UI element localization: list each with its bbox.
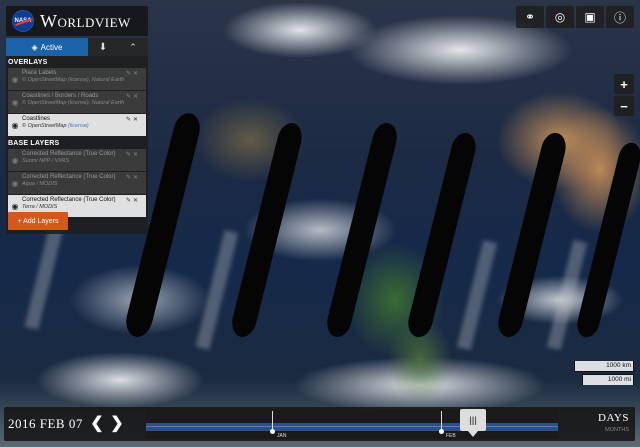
sunglint-band [456,239,498,351]
timeline-month-label: FEB [446,433,456,439]
timeline: 2016 FEB 07 ❮ ❯ JAN FEB ||| DAYS MONTHS [4,407,635,441]
timeline-zoom-sub[interactable]: MONTHS [605,427,629,433]
layer-options-icon[interactable]: ✎ [126,116,131,123]
visibility-eye-icon[interactable]: ◉ [8,149,22,171]
layer-source: © OpenStreetMap (license), Natural Earth [22,100,125,106]
data-gap-swath [228,120,306,340]
map-toolbar: ⚭ ◎ ▣ ⓘ [516,6,634,28]
layer-item-coastlines[interactable]: ◉ Coastlines © OpenStreetMap (license) ✎… [8,114,146,136]
layer-name: Coastlines / Borders / Roads [22,93,99,99]
download-icon: ⬇ [98,41,108,53]
remove-layer-icon[interactable]: ✕ [133,197,138,204]
layers-icon: ◈ [31,42,38,52]
current-date[interactable]: 2016 FEB 07 [8,416,83,432]
layer-options-icon[interactable]: ✎ [126,174,131,181]
data-gap-swath [323,120,401,340]
next-day-button[interactable]: ❯ [110,415,124,432]
remove-layer-icon[interactable]: ✕ [133,70,138,77]
layer-source: © OpenStreetMap (license), Natural Earth [22,77,125,83]
visibility-eye-icon[interactable]: ◉ [8,172,22,194]
remove-layer-icon[interactable]: ✕ [133,116,138,123]
layer-options-icon[interactable]: ✎ [126,70,131,77]
layer-options-icon[interactable]: ✎ [126,197,131,204]
scale-mi: 1000 mi [582,374,634,385]
zoom-controls: + − [614,74,634,118]
chevron-up-icon: ⌃ [129,41,137,52]
layer-source: Terra / MODIS [22,204,58,210]
link-icon[interactable]: ⚭ [516,6,544,28]
timeline-track[interactable]: JAN FEB ||| [146,409,558,439]
globe-icon[interactable]: ◎ [546,6,574,28]
sunglint-band [195,230,239,350]
collapse-sidebar-button[interactable]: ⌃ [118,38,148,56]
timeline-month-label: JAN [277,433,287,439]
layer-name: Place Labels [22,70,57,76]
scale-bar: 1000 km 1000 mi [574,361,634,387]
layer-name: Coastlines [22,116,51,122]
remove-layer-icon[interactable]: ✕ [133,93,138,100]
timeline-tick-dot [270,429,275,434]
data-gap-swath [574,140,640,340]
remove-layer-icon[interactable]: ✕ [133,174,138,181]
layer-options-icon[interactable]: ✎ [126,151,131,158]
layer-item-coastlines-borders-roads[interactable]: ◉ Coastlines / Borders / Roads © OpenStr… [8,91,146,113]
visibility-eye-icon[interactable]: ◉ [8,68,22,90]
zoom-in-button[interactable]: + [614,74,634,94]
overlays-heading: OVERLAYS [8,59,48,66]
timeline-tick-dot [439,429,444,434]
app-header: NASA Worldview [6,6,148,36]
visibility-eye-icon[interactable]: ◉ [8,91,22,113]
layer-name: Corrected Reflectance (True Color) [22,151,116,157]
scale-km: 1000 km [574,361,634,372]
add-layers-button[interactable]: + Add Layers [8,212,68,230]
nasa-logo: NASA [12,10,34,32]
layer-name: Corrected Reflectance (True Color) [22,174,116,180]
layer-item-place-labels[interactable]: ◉ Place Labels © OpenStreetMap (license)… [8,68,146,90]
info-icon[interactable]: ⓘ [606,6,634,28]
layer-item-viirs-true-color[interactable]: ◉ Corrected Reflectance (True Color) Suo… [8,149,146,171]
tab-active-layers[interactable]: ◈ Active [6,38,88,56]
sidebar-tabs: ◈ Active ⬇ ⌃ [6,38,148,56]
layer-source: © OpenStreetMap [22,123,67,129]
camera-icon[interactable]: ▣ [576,6,604,28]
timeline-handle[interactable]: ||| [460,409,486,437]
app-title: Worldview [40,10,131,31]
remove-layer-icon[interactable]: ✕ [133,151,138,158]
previous-day-button[interactable]: ❮ [90,415,104,432]
timeline-zoom-level[interactable]: DAYS [598,412,629,424]
layer-source: Aqua / MODIS [22,181,58,187]
layer-source: Suomi NPP / VIIRS [22,158,70,164]
visibility-eye-icon[interactable]: ◉ [8,114,22,136]
timeline-bar [146,423,558,431]
license-link[interactable]: (license) [68,123,89,129]
base-layers-heading: BASE LAYERS [8,140,60,147]
zoom-out-button[interactable]: − [614,96,634,116]
layer-name: Corrected Reflectance (True Color) [22,197,116,203]
tab-download[interactable]: ⬇ [88,38,118,56]
layer-options-icon[interactable]: ✎ [126,93,131,100]
layer-sidebar: ◈ Active ⬇ ⌃ OVERLAYS ◉ Place Labels © O… [6,38,148,234]
layer-item-aqua-true-color[interactable]: ◉ Corrected Reflectance (True Color) Aqu… [8,172,146,194]
